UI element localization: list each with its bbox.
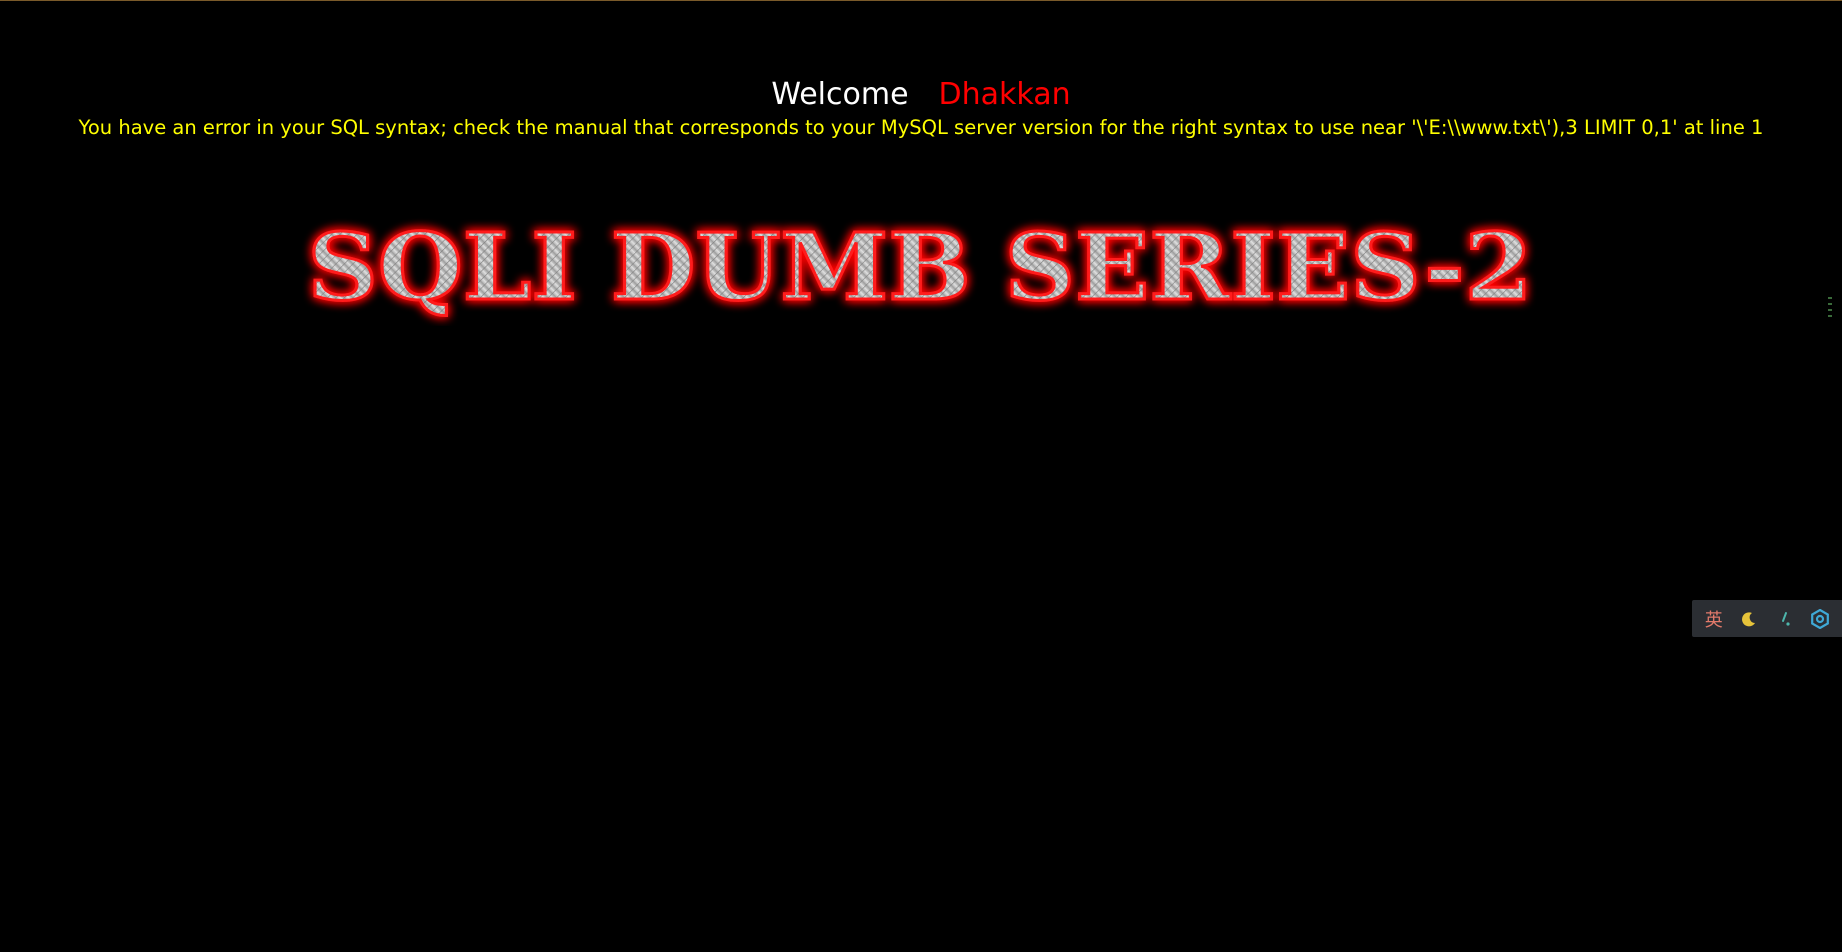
side-scroll-markers [1828,297,1832,339]
welcome-row: Welcome Dhakkan [0,77,1842,113]
sql-error-message: You have an error in your SQL syntax; ch… [78,116,1764,139]
user-name: Dhakkan [938,77,1071,112]
banner-title-text: SQLI DUMB SERIES-2 [308,213,1533,321]
moon-icon[interactable] [1734,604,1764,634]
settings-gear-icon[interactable] [1805,604,1835,634]
language-toggle-button[interactable]: 英 [1699,604,1729,634]
welcome-label: Welcome [771,77,909,112]
punctuation-icon[interactable] [1770,604,1800,634]
ime-toolbar[interactable]: 英 [1692,600,1842,637]
banner-title-image: SQLI DUMB SERIES-2 [300,206,1540,326]
